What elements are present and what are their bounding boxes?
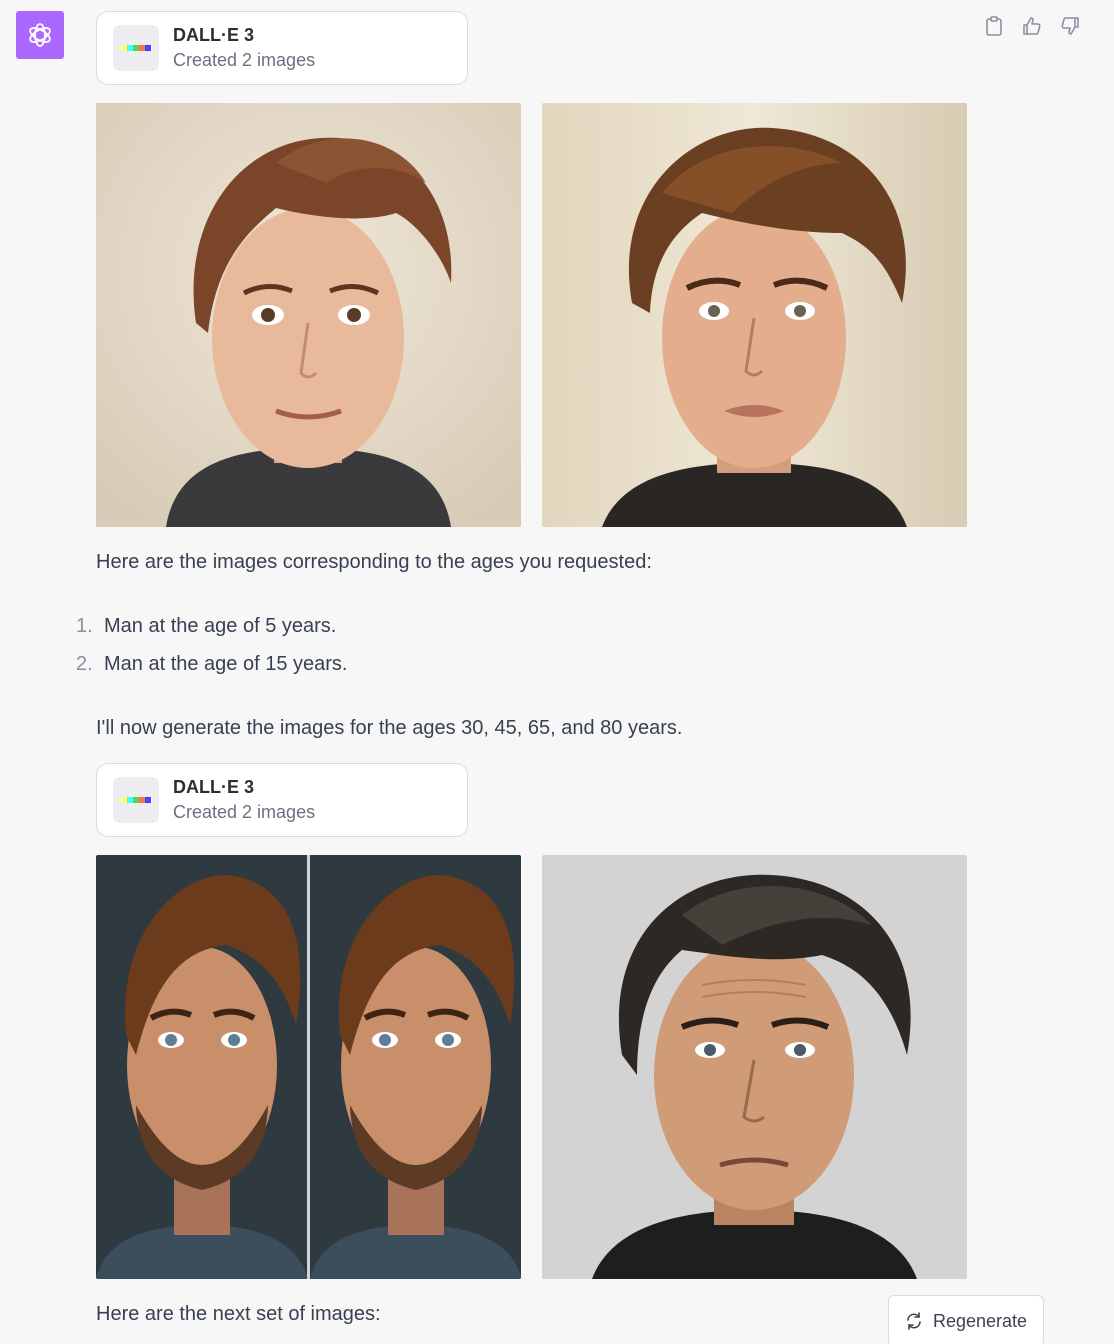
regenerate-label: Regenerate [932, 1310, 1028, 1331]
list-number: 2. [76, 653, 93, 675]
list-text: Man at the age of 5 years. [104, 615, 337, 637]
chat-page: DALL·E 3 Created 2 images Here are the i… [0, 0, 1114, 1344]
tool-name: DALL·E 3 [173, 777, 254, 797]
tool-name: DALL·E 3 [173, 25, 254, 45]
tool-status: Created 2 images [173, 50, 316, 70]
list-item: 2. Man at the age of 15 years. [76, 653, 348, 676]
dalle-color-bar-icon [121, 797, 151, 803]
regenerate-button[interactable]: Regenerate [888, 1295, 1044, 1344]
dalle-tool-card[interactable]: DALL·E 3 Created 2 images [96, 763, 468, 837]
thumbs-up-button[interactable] [1020, 14, 1044, 38]
dalle-color-bar-icon [121, 45, 151, 51]
thumbs-up-icon [1023, 17, 1041, 35]
generated-image[interactable] [96, 855, 521, 1279]
message-paragraph: I'll now generate the images for the age… [96, 717, 683, 739]
tool-status: Created 2 images [173, 802, 316, 822]
message-paragraph: Here are the next set of images: [96, 1303, 381, 1325]
message-paragraph: Here are the images corresponding to the… [96, 551, 652, 573]
assistant-avatar [16, 11, 64, 59]
thumbs-down-icon [1061, 17, 1079, 35]
copy-button[interactable] [982, 14, 1006, 38]
list-item: 1. Man at the age of 5 years. [76, 615, 336, 638]
openai-logo-icon [29, 23, 51, 47]
clipboard-icon [986, 16, 1002, 36]
list-number: 1. [76, 615, 93, 637]
generated-image[interactable] [96, 103, 521, 527]
message-actions [982, 14, 1082, 38]
dalle-tool-card[interactable]: DALL·E 3 Created 2 images [96, 11, 468, 85]
generated-image[interactable] [542, 855, 967, 1279]
dalle-thumbnail [113, 777, 159, 823]
refresh-icon [907, 1312, 921, 1330]
thumbs-down-button[interactable] [1058, 14, 1082, 38]
generated-image[interactable] [542, 103, 967, 527]
dalle-thumbnail [113, 25, 159, 71]
list-text: Man at the age of 15 years. [104, 653, 348, 675]
